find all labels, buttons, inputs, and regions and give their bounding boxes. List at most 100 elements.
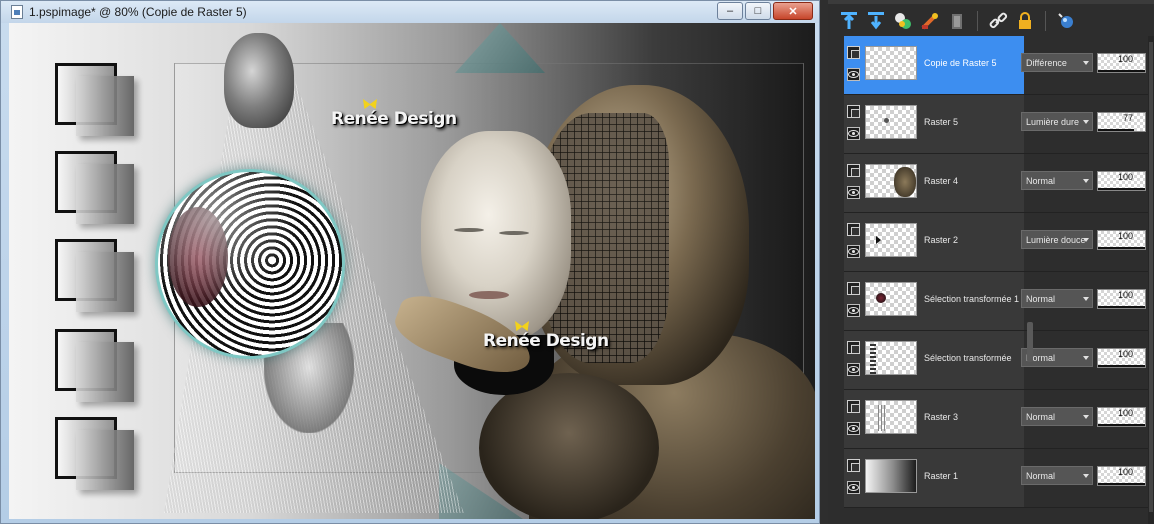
toolbar-separator	[1045, 11, 1046, 31]
opacity-field[interactable]: 100	[1097, 407, 1146, 427]
blend-mode-value: Normal	[1026, 470, 1056, 481]
opacity-level-bar	[1098, 129, 1135, 131]
palette-splitter-handle[interactable]	[1027, 322, 1033, 362]
layer-name: Raster 4	[924, 176, 959, 186]
blend-mode-select[interactable]: Normal	[1021, 407, 1093, 426]
layer-thumbnail	[865, 223, 917, 257]
opacity-value: 100	[1117, 231, 1133, 241]
window-titlebar[interactable]: 1.pspimage* @ 80% (Copie de Raster 5) – …	[1, 1, 819, 23]
layer-item[interactable]: Raster 2	[844, 213, 1024, 271]
layer-item[interactable]: Copie de Raster 5	[844, 36, 1024, 94]
layer-type-icon	[847, 105, 860, 118]
visibility-eye-icon[interactable]	[847, 422, 860, 435]
layer-type-icon	[847, 341, 860, 354]
delete-layer-icon[interactable]	[946, 10, 968, 32]
visibility-eye-icon[interactable]	[847, 304, 860, 317]
layer-thumbnail	[865, 46, 917, 80]
opacity-field[interactable]: 100	[1097, 171, 1146, 191]
layer-item[interactable]: Raster 1	[844, 449, 1024, 507]
layer-row[interactable]: Copie de Raster 5 Différence 100	[844, 36, 1154, 95]
blend-mode-select[interactable]: Normal	[1021, 466, 1093, 485]
visibility-eye-icon[interactable]	[847, 68, 860, 81]
palette-title-strip[interactable]	[828, 0, 1154, 4]
image-window: 1.pspimage* @ 80% (Copie de Raster 5) – …	[0, 0, 820, 524]
chevron-down-icon	[1083, 356, 1089, 360]
layer-type-icon	[847, 164, 860, 177]
opacity-level-bar	[1098, 188, 1145, 190]
thumbnail-mark	[866, 460, 916, 492]
thumbnail-mark	[876, 293, 886, 303]
toolbar-separator	[977, 11, 978, 31]
link-icon[interactable]	[987, 10, 1009, 32]
layer-row[interactable]: Raster 1 Normal 100	[844, 449, 1154, 508]
new-adjustment-layer-icon[interactable]	[892, 10, 914, 32]
thumbnail-mark	[894, 167, 916, 197]
layer-name: Raster 3	[924, 412, 959, 422]
opacity-level-bar	[1098, 247, 1145, 249]
layer-row[interactable]: Raster 2 Lumière douce 100	[844, 213, 1154, 272]
layer-row[interactable]: Raster 3 Normal 100	[844, 390, 1154, 449]
opacity-value: 100	[1117, 290, 1133, 300]
small-mask-face	[224, 33, 294, 128]
image-canvas[interactable]: Renée Design Renée Design	[9, 23, 815, 519]
opacity-field[interactable]: 100	[1097, 348, 1146, 368]
layer-item[interactable]: Raster 3	[844, 390, 1024, 448]
visibility-eye-icon[interactable]	[847, 245, 860, 258]
blend-mode-select[interactable]: Lumière douce	[1021, 230, 1093, 249]
decor-square	[55, 151, 134, 224]
opacity-field[interactable]: 100	[1097, 466, 1146, 486]
chevron-down-icon	[1083, 61, 1089, 65]
spiral-sphere	[155, 169, 345, 359]
visibility-eye-icon[interactable]	[847, 481, 860, 494]
thumbnail-mark	[876, 236, 881, 244]
chevron-down-icon	[1083, 179, 1089, 183]
blend-mode-select[interactable]: Lumière dure	[1021, 112, 1093, 131]
layer-item[interactable]: Raster 4	[844, 154, 1024, 212]
close-button[interactable]: ✕	[773, 2, 813, 20]
visibility-eye-icon[interactable]	[847, 127, 860, 140]
opacity-field[interactable]: 100	[1097, 230, 1146, 250]
thumbnail-mark	[878, 405, 886, 431]
layer-item[interactable]: Raster 5	[844, 95, 1024, 153]
layer-list: Copie de Raster 5 Différence 100 Raster …	[844, 36, 1154, 508]
scrollbar-thumb[interactable]	[1149, 42, 1153, 512]
new-vector-layer-icon[interactable]	[865, 10, 887, 32]
minimize-button[interactable]: –	[717, 2, 743, 20]
new-mask-layer-icon[interactable]	[919, 10, 941, 32]
layer-style-icon[interactable]	[1055, 10, 1077, 32]
blend-mode-value: Normal	[1026, 293, 1056, 304]
maximize-button[interactable]: □	[745, 2, 771, 20]
layer-type-icon	[847, 223, 860, 236]
decor-square	[55, 239, 134, 312]
palette-scrollbar[interactable]	[1148, 36, 1154, 524]
thumbnail-mark	[870, 344, 876, 374]
opacity-value: 100	[1117, 349, 1133, 359]
layer-type-icon	[847, 459, 860, 472]
layer-type-icon	[847, 400, 860, 413]
chevron-down-icon	[1083, 238, 1089, 242]
layers-palette: Copie de Raster 5 Différence 100 Raster …	[828, 0, 1154, 524]
blend-mode-select[interactable]: Normal	[1021, 171, 1093, 190]
layer-row[interactable]: Raster 5 Lumière dure 77	[844, 95, 1154, 154]
watermark-text: Renée Design	[483, 331, 609, 351]
lock-icon[interactable]	[1014, 10, 1036, 32]
opacity-field[interactable]: 100	[1097, 53, 1146, 73]
opacity-level-bar	[1098, 70, 1145, 72]
layer-row[interactable]: Sélection transformée 1 Normal 100	[844, 272, 1154, 331]
new-raster-layer-icon[interactable]	[838, 10, 860, 32]
layer-item[interactable]: Sélection transformée 1	[844, 272, 1024, 330]
opacity-field[interactable]: 100	[1097, 289, 1146, 309]
opacity-field[interactable]: 77	[1097, 112, 1146, 132]
visibility-eye-icon[interactable]	[847, 363, 860, 376]
layer-row[interactable]: Raster 4 Normal 100	[844, 154, 1154, 213]
layer-thumbnail	[865, 282, 917, 316]
layer-item[interactable]: Sélection transformée	[844, 331, 1024, 389]
visibility-eye-icon[interactable]	[847, 186, 860, 199]
window-title: 1.pspimage* @ 80% (Copie de Raster 5)	[29, 5, 247, 19]
blend-mode-value: Lumière douce	[1026, 234, 1086, 245]
layer-row[interactable]: Sélection transformée Normal 100	[844, 331, 1154, 390]
document-icon	[11, 5, 23, 19]
blend-mode-select[interactable]: Différence	[1021, 53, 1093, 72]
opacity-level-bar	[1098, 306, 1145, 308]
blend-mode-select[interactable]: Normal	[1021, 289, 1093, 308]
